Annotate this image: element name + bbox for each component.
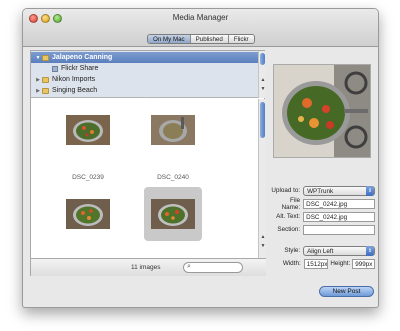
- flickr-share-icon: [52, 65, 58, 72]
- height-label: Height:: [330, 260, 351, 267]
- scroll-down-arrow-icon[interactable]: ▼: [259, 86, 267, 93]
- style-popup[interactable]: Align Left ⇕: [303, 245, 375, 256]
- alt-text-field[interactable]: DSC_0242.jpg: [303, 211, 375, 222]
- scroll-down-arrow-icon[interactable]: ▼: [259, 243, 267, 250]
- source-tabs: On My Mac Published Flickr: [147, 34, 255, 44]
- folder-icon: [42, 76, 49, 83]
- file-name-row: File Name: DSC_0242.jpg: [270, 196, 375, 211]
- popup-arrows-icon: ⇕: [366, 185, 374, 196]
- window-title: Media Manager: [172, 13, 229, 22]
- tree-item-label: Singing Beach: [52, 87, 98, 94]
- section-label: Section:: [277, 226, 301, 233]
- popup-arrows-icon: ⇕: [366, 245, 374, 256]
- tree-item-label: Jalapeno Canning: [52, 54, 113, 61]
- thumbnail-item[interactable]: [144, 103, 202, 157]
- tree-item-jalapeno-canning[interactable]: ▼ Jalapeno Canning: [31, 52, 258, 63]
- photo-thumbnail[interactable]: [66, 115, 110, 145]
- search-field[interactable]: ⌕: [183, 262, 243, 273]
- thumbnail-item[interactable]: [59, 103, 117, 157]
- library-pane: ▼ Jalapeno Canning Flickr Share ▶ Nikon …: [30, 50, 266, 276]
- image-count: 11 images: [131, 264, 161, 271]
- tab-published[interactable]: Published: [190, 35, 229, 43]
- file-name-label: File Name:: [281, 196, 301, 211]
- upload-to-row: Upload to: WPTrunk ⇕: [270, 185, 375, 196]
- tree-scroll-thumb[interactable]: [260, 53, 265, 65]
- disclosure-closed-icon[interactable]: ▶: [34, 77, 42, 83]
- upload-to-label: Upload to:: [271, 187, 301, 194]
- width-field[interactable]: 1512px: [303, 258, 329, 269]
- style-label: Style:: [284, 247, 301, 254]
- media-manager-window: Media Manager On My Mac Published Flickr…: [22, 8, 379, 308]
- thumbnail-scroll-thumb[interactable]: [260, 102, 265, 138]
- disclosure-closed-icon[interactable]: ▶: [34, 88, 42, 94]
- image-preview: [273, 64, 371, 158]
- tab-on-my-mac[interactable]: On My Mac: [148, 35, 191, 43]
- section-field[interactable]: [303, 224, 375, 235]
- file-name-field[interactable]: DSC_0242.jpg: [303, 198, 375, 209]
- section-row: Section:: [270, 224, 375, 235]
- alt-text-row: Alt. Text: DSC_0242.jpg: [270, 211, 375, 222]
- thumbnail-item[interactable]: [59, 187, 117, 241]
- tab-flickr[interactable]: Flickr: [228, 35, 254, 43]
- thumbnail-caption: DSC_0239: [72, 174, 104, 181]
- library-status-bar: 11 images ⌕: [31, 258, 266, 276]
- upload-to-popup[interactable]: WPTrunk ⇕: [303, 185, 375, 196]
- tree-item-singing-beach[interactable]: ▶ Singing Beach: [31, 85, 258, 96]
- tree-item-flickr-share[interactable]: Flickr Share: [31, 63, 258, 74]
- new-post-button[interactable]: New Post: [319, 286, 374, 297]
- tree-item-nikon-imports[interactable]: ▶ Nikon Imports: [31, 74, 258, 85]
- tree-scrollbar[interactable]: ▲ ▼: [258, 51, 266, 98]
- dimensions-row: Width: 1512px Height: 999px: [270, 258, 376, 269]
- thumbnail-caption: DSC_0240: [157, 174, 189, 181]
- details-pane: Upload to: WPTrunk ⇕ File Name: DSC_0242…: [270, 50, 376, 276]
- title-bar: Media Manager On My Mac Published Flickr: [23, 9, 378, 47]
- style-row: Style: Align Left ⇕: [270, 245, 375, 256]
- height-field[interactable]: 999px: [352, 258, 376, 269]
- thumbnail-grid: DSC_0239 DSC_0240: [31, 99, 258, 258]
- thumbnail-item-selected[interactable]: [144, 187, 202, 241]
- tree-item-label: Nikon Imports: [52, 76, 96, 83]
- folder-icon: [42, 54, 49, 61]
- upload-to-value: WPTrunk: [307, 187, 334, 195]
- scroll-up-arrow-icon[interactable]: ▲: [259, 234, 267, 241]
- folder-tree: ▼ Jalapeno Canning Flickr Share ▶ Nikon …: [31, 51, 258, 98]
- thumbnail-scrollbar[interactable]: ▲ ▼: [258, 99, 266, 258]
- folder-icon: [42, 87, 49, 94]
- search-icon: ⌕: [187, 263, 191, 270]
- photo-thumbnail[interactable]: [66, 199, 110, 229]
- scroll-up-arrow-icon[interactable]: ▲: [259, 77, 267, 84]
- tree-item-label: Flickr Share: [61, 65, 99, 72]
- alt-text-label: Alt. Text:: [276, 213, 301, 220]
- width-label: Width:: [282, 260, 301, 267]
- photo-thumbnail[interactable]: [151, 199, 195, 229]
- disclosure-open-icon[interactable]: ▼: [34, 55, 42, 61]
- photo-thumbnail[interactable]: [151, 115, 195, 145]
- style-value: Align Left: [307, 247, 334, 255]
